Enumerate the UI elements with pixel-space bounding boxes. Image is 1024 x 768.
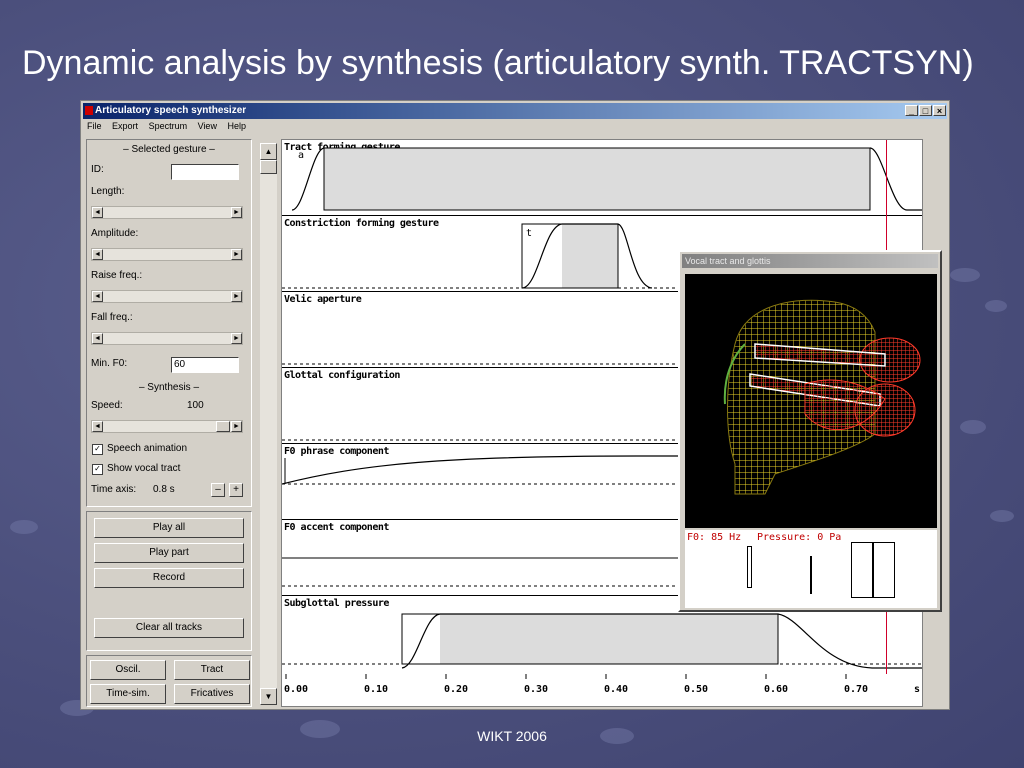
slide-title: Dynamic analysis by synthesis (articulat… (22, 44, 974, 82)
clear-all-tracks-button[interactable]: Clear all tracks (94, 618, 244, 638)
slide-footer: WIKT 2006 (477, 728, 547, 744)
tick-label: 0.00 (284, 684, 309, 695)
vocal-tract-mesh (723, 299, 921, 495)
length-slider[interactable]: ◄ ► (91, 206, 243, 219)
scroll-thumb[interactable] (260, 160, 277, 174)
right-arrow-icon[interactable]: ► (231, 421, 242, 432)
tick-label: 0.60 (764, 684, 789, 695)
show-vocal-tract-label: Show vocal tract (107, 463, 181, 474)
time-unit-label: s (914, 684, 921, 695)
play-part-button[interactable]: Play part (94, 543, 244, 563)
f0-readout: F0: 85 Hz (687, 532, 742, 543)
scroll-down-icon[interactable]: ▼ (260, 688, 277, 705)
fall-freq-slider[interactable]: ◄ ► (91, 332, 243, 345)
length-label: Length: (91, 186, 125, 197)
pressure-meter (810, 556, 812, 594)
id-field[interactable] (171, 164, 239, 180)
synthesis-header: – Synthesis – (138, 382, 200, 393)
right-arrow-icon[interactable]: ► (231, 207, 242, 218)
menu-spectrum[interactable]: Spectrum (149, 121, 188, 131)
vocal-tract-title[interactable]: Vocal tract and glottis (682, 254, 938, 268)
tick-label: 0.50 (684, 684, 709, 695)
tick-label: 0.70 (844, 684, 869, 695)
left-arrow-icon[interactable]: ◄ (92, 333, 103, 344)
decor-bubble (950, 268, 980, 282)
close-button[interactable]: × (933, 105, 946, 116)
tick-label: 0.10 (364, 684, 389, 695)
right-arrow-icon[interactable]: ► (231, 249, 242, 260)
decor-bubble (10, 520, 38, 534)
menu-help[interactable]: Help (227, 121, 246, 131)
fall-freq-label: Fall freq.: (91, 312, 133, 323)
left-arrow-icon[interactable]: ◄ (92, 249, 103, 260)
raise-freq-label: Raise freq.: (91, 270, 143, 281)
vocal-tract-window: Vocal tract and glottis F0: 85 Hz Pressu… (678, 250, 942, 612)
time-axis: 0.00 0.10 0.20 0.30 0.40 0.50 0.60 0.70 … (282, 674, 922, 706)
time-axis-minus-button[interactable]: – (211, 483, 225, 497)
speed-slider[interactable]: ◄ ► (91, 420, 243, 433)
vocal-tract-info: F0: 85 Hz Pressure: 0 Pa (685, 530, 937, 608)
glottis-diagram (851, 542, 873, 598)
pressure-readout: Pressure: 0 Pa (757, 532, 842, 543)
right-arrow-icon[interactable]: ► (231, 291, 242, 302)
scroll-up-icon[interactable]: ▲ (260, 143, 277, 160)
record-button[interactable]: Record (94, 568, 244, 588)
vertical-scrollbar[interactable]: ▲ ▼ (260, 143, 277, 705)
time-axis-plus-button[interactable]: + (229, 483, 243, 497)
decor-bubble (990, 510, 1014, 522)
speech-animation-label: Speech animation (107, 443, 188, 454)
raise-freq-slider[interactable]: ◄ ► (91, 290, 243, 303)
speed-value: 100 (187, 400, 204, 411)
axis-ticks (285, 674, 847, 679)
glottis-diagram (873, 542, 895, 598)
decor-bubble (960, 420, 986, 434)
amplitude-label: Amplitude: (91, 228, 139, 239)
fricatives-button[interactable]: Fricatives (174, 684, 250, 704)
app-icon (85, 106, 93, 115)
right-arrow-icon[interactable]: ► (231, 333, 242, 344)
tract-forming-curve (291, 147, 922, 211)
oscil-button[interactable]: Oscil. (90, 660, 166, 680)
track-tract-forming[interactable]: Tract forming gesture a (282, 140, 922, 216)
menu-export[interactable]: Export (112, 121, 138, 131)
playback-group: Play all Play part Record Clear all trac… (86, 511, 252, 651)
min-f0-field[interactable]: 60 (171, 357, 239, 373)
speed-label: Speed: (91, 400, 123, 411)
id-label: ID: (91, 164, 104, 175)
show-vocal-tract-checkbox[interactable]: ✓ (92, 464, 103, 475)
window-title: Articulatory speech synthesizer (95, 105, 247, 116)
slider-thumb[interactable] (216, 421, 230, 432)
menu-bar: File Export Spectrum View Help (87, 121, 254, 135)
menu-view[interactable]: View (198, 121, 217, 131)
left-arrow-icon[interactable]: ◄ (92, 291, 103, 302)
speech-animation-checkbox[interactable]: ✓ (92, 444, 103, 455)
tick-label: 0.20 (444, 684, 469, 695)
min-f0-label: Min. F0: (91, 358, 128, 369)
selected-gesture-header: – Selected gesture – (123, 144, 215, 155)
title-bar[interactable]: Articulatory speech synthesizer _ □ × (83, 103, 947, 119)
time-axis-value: 0.8 s (153, 484, 175, 495)
decor-bubble (985, 300, 1007, 312)
control-panel: – Selected gesture – ID: Length: ◄ ► Amp… (86, 139, 252, 507)
tick-label: 0.30 (524, 684, 549, 695)
amplitude-slider[interactable]: ◄ ► (91, 248, 243, 261)
tick-label: 0.40 (604, 684, 629, 695)
left-arrow-icon[interactable]: ◄ (92, 207, 103, 218)
f0-meter (747, 546, 752, 588)
time-sim-button[interactable]: Time-sim. (90, 684, 166, 704)
play-all-button[interactable]: Play all (94, 518, 244, 538)
view-buttons-group: Oscil. Tract Time-sim. Fricatives (86, 655, 252, 707)
maximize-button[interactable]: □ (919, 105, 932, 116)
left-arrow-icon[interactable]: ◄ (92, 421, 103, 432)
time-axis-label: Time axis: (91, 484, 137, 495)
menu-file[interactable]: File (87, 121, 102, 131)
minimize-button[interactable]: _ (905, 105, 918, 116)
tract-button[interactable]: Tract (174, 660, 250, 680)
vocal-tract-3d-view (685, 274, 937, 528)
